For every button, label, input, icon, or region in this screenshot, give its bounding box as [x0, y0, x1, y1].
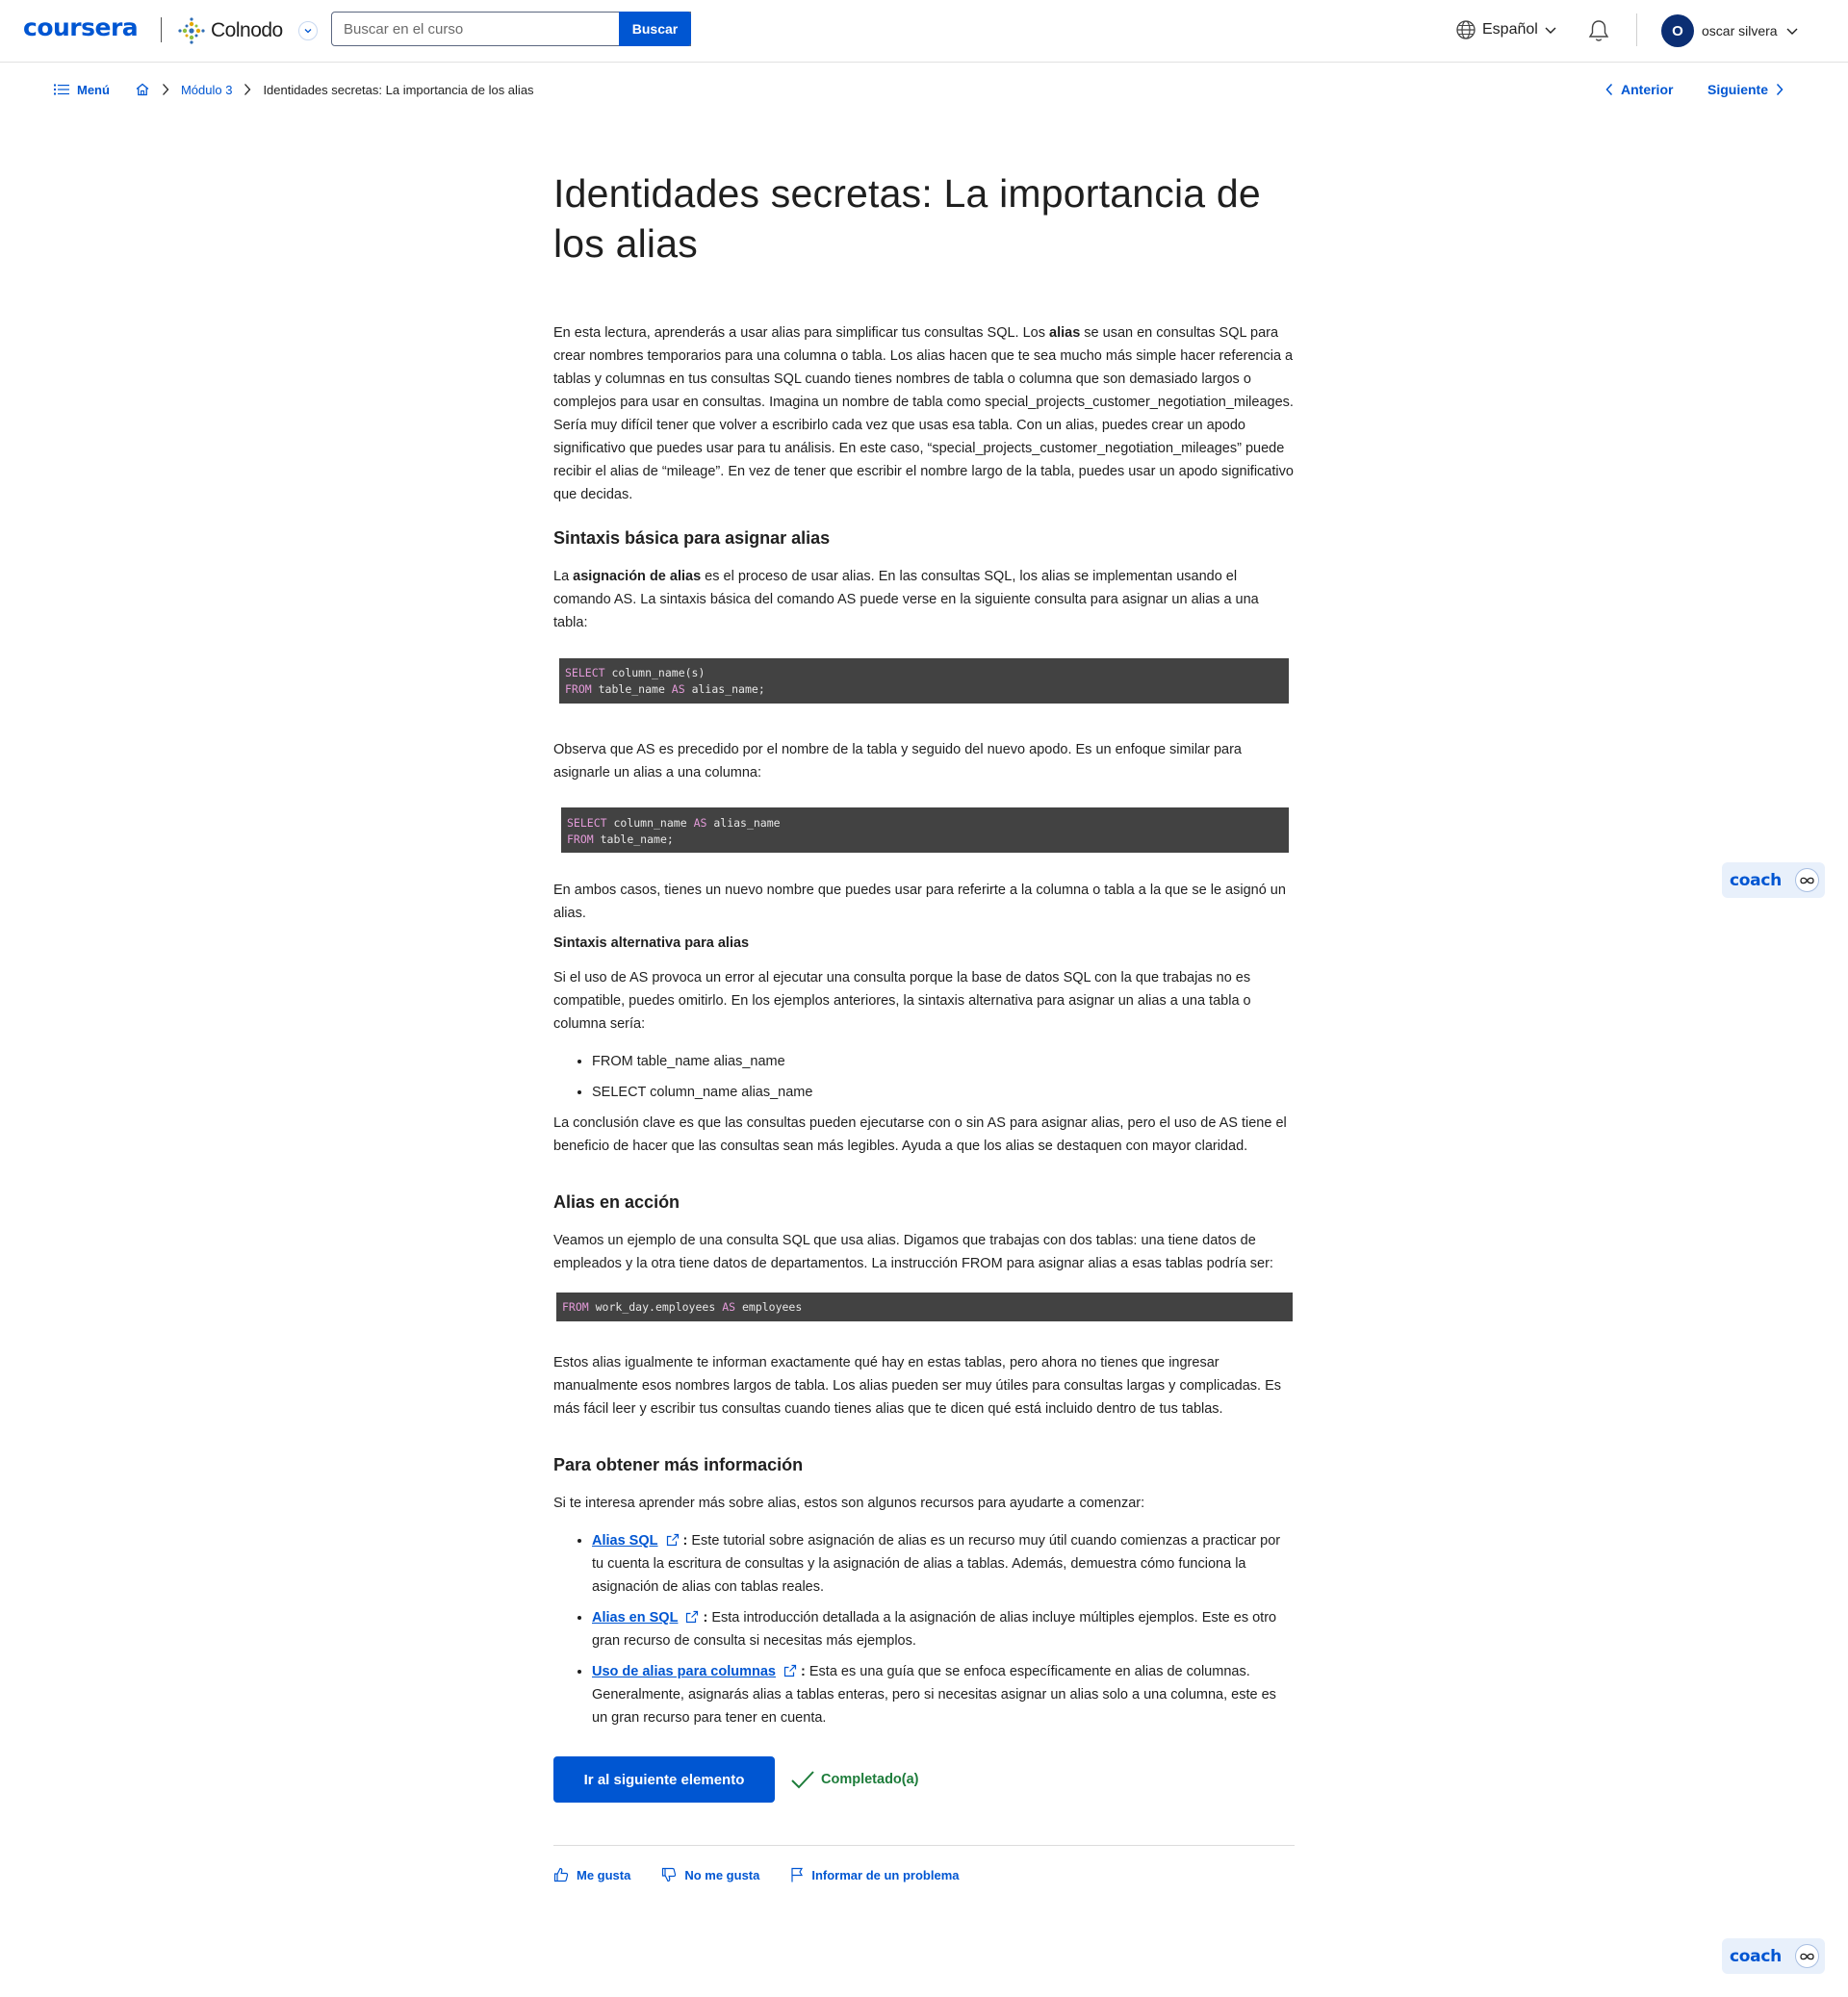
colnodo-logo-icon [178, 17, 205, 44]
list-menu-icon [54, 84, 69, 95]
page-title: Identidades secretas: La importancia de … [553, 171, 1261, 266]
list-item: SELECT column_name alias_name [592, 1081, 1295, 1104]
dislike-label: No me gusta [684, 1867, 760, 1882]
alternative-syntax-list: FROM table_name alias_name SELECT column… [553, 1050, 1295, 1104]
external-link-icon [783, 1664, 797, 1677]
user-name: oscar silvera [1702, 23, 1778, 38]
previous-label: Anterior [1621, 82, 1674, 97]
chevron-down-icon [1545, 27, 1556, 34]
chevron-right-icon [1776, 83, 1784, 96]
coach-button[interactable]: coach [1722, 1938, 1825, 1974]
external-link-icon [686, 1610, 699, 1624]
alternative-syntax-paragraph: Si el uso de AS provoca un error al ejec… [553, 970, 1251, 1032]
user-menu[interactable]: O oscar silvera [1661, 14, 1799, 47]
resource-item: Alias en SQL: Esta introducción detallad… [592, 1606, 1295, 1652]
top-navigation-bar: coursera Colnodo Buscar en el curso Busc… [0, 0, 1848, 63]
partner-name: Colnodo [211, 19, 283, 41]
resources-list: Alias SQL: Este tutorial sobre asignació… [553, 1529, 1295, 1729]
next-label: Siguiente [1707, 82, 1769, 97]
more-info-paragraph: Si te interesa aprender más sobre alias,… [553, 1496, 1145, 1511]
menu-button[interactable]: Menú [54, 83, 110, 97]
subheading-alternative-syntax: Sintaxis alternativa para alias [553, 935, 750, 951]
coach-label: coach [1730, 1946, 1782, 1966]
thumbs-up-icon [553, 1867, 569, 1882]
resource-link-column-alias[interactable]: Uso de alias para columnas [592, 1664, 776, 1679]
logo-divider [161, 17, 162, 42]
breadcrumb-current: Identidades secretas: La importancia de … [263, 82, 534, 97]
section-heading-more-info: Para obtener más información [553, 1455, 804, 1474]
coach-label: coach [1730, 870, 1782, 890]
chevron-right-icon [244, 83, 251, 96]
avatar: O [1661, 14, 1694, 47]
thumbs-down-icon [662, 1867, 677, 1882]
code-block-table-alias[interactable]: SELECT column_name(s) FROM table_name AS… [559, 658, 1289, 704]
section-heading-alias-in-action: Alias en acción [553, 1192, 680, 1212]
language-selector[interactable]: Español [1455, 19, 1557, 40]
chevron-right-icon [162, 83, 169, 96]
previous-item-link[interactable]: Anterior [1605, 82, 1673, 97]
completed-status: Completado(a) [790, 1769, 919, 1790]
both-cases-paragraph: En ambos casos, tienes un nuevo nombre q… [553, 883, 1286, 921]
completion-actions: Ir al siguiente elemento Completado(a) [553, 1756, 1295, 1803]
reading-content: Identidades secretas: La importancia de … [553, 154, 1295, 1882]
chevron-down-icon[interactable] [297, 21, 318, 40]
section-heading-basic-syntax: Sintaxis básica para asignar alias [553, 528, 831, 548]
after-example-paragraph: Estos alias igualmente te informan exact… [553, 1355, 1282, 1417]
coach-infinity-icon [1795, 868, 1819, 892]
checkmark-icon [791, 1771, 814, 1789]
external-link-icon [666, 1533, 679, 1547]
go-to-next-item-button[interactable]: Ir al siguiente elemento [553, 1756, 775, 1803]
coach-button[interactable]: coach [1722, 862, 1825, 898]
partner-selector[interactable]: Colnodo [178, 15, 318, 46]
code-block-from-example[interactable]: FROM work_day.employees AS employees [556, 1293, 1293, 1321]
alias-in-action-paragraph: Veamos un ejemplo de una consulta SQL qu… [553, 1233, 1273, 1271]
like-button[interactable]: Me gusta [553, 1867, 630, 1882]
header-divider [1636, 13, 1637, 46]
globe-icon [1456, 20, 1476, 39]
home-icon[interactable] [135, 82, 150, 97]
menu-label: Menú [77, 82, 110, 97]
notifications-bell-icon[interactable] [1587, 18, 1610, 48]
dislike-button[interactable]: No me gusta [661, 1867, 759, 1882]
chevron-down-icon [1786, 28, 1798, 35]
list-item: FROM table_name alias_name [592, 1050, 1295, 1073]
report-problem-button[interactable]: Informar de un problema [790, 1867, 960, 1882]
intro-paragraph: En esta lectura, aprenderás a usar alias… [553, 325, 1294, 502]
feedback-bar: Me gusta No me gusta Informar de un prob… [553, 1867, 1295, 1882]
coach-infinity-icon [1795, 1944, 1819, 1968]
breadcrumb: Menú Módulo 3 Identidades secretas: La i… [54, 82, 534, 97]
basic-syntax-paragraph: La asignación de alias es el proceso de … [553, 569, 1259, 630]
flag-icon [791, 1867, 804, 1882]
next-item-link[interactable]: Siguiente [1707, 82, 1784, 97]
observe-paragraph: Observa que AS es precedido por el nombr… [553, 742, 1242, 781]
resource-link-alias-sql[interactable]: Alias SQL [592, 1533, 658, 1549]
resource-item: Uso de alias para columnas: Esta es una … [592, 1660, 1295, 1729]
conclusion-paragraph: La conclusión clave es que las consultas… [553, 1115, 1287, 1154]
resource-item: Alias SQL: Este tutorial sobre asignació… [592, 1529, 1295, 1599]
code-block-column-alias[interactable]: SELECT column_name AS alias_name FROM ta… [561, 807, 1289, 853]
like-label: Me gusta [577, 1867, 631, 1882]
breadcrumb-module-link[interactable]: Módulo 3 [181, 83, 232, 97]
coursera-logo[interactable]: coursera [23, 13, 139, 41]
resource-link-alias-en-sql[interactable]: Alias en SQL [592, 1610, 678, 1626]
completed-label: Completado(a) [821, 1772, 919, 1787]
chevron-left-icon [1605, 83, 1613, 96]
report-problem-label: Informar de un problema [811, 1867, 960, 1882]
search-button[interactable]: Buscar [619, 12, 691, 46]
language-label: Español [1482, 21, 1538, 38]
divider [553, 1845, 1295, 1846]
